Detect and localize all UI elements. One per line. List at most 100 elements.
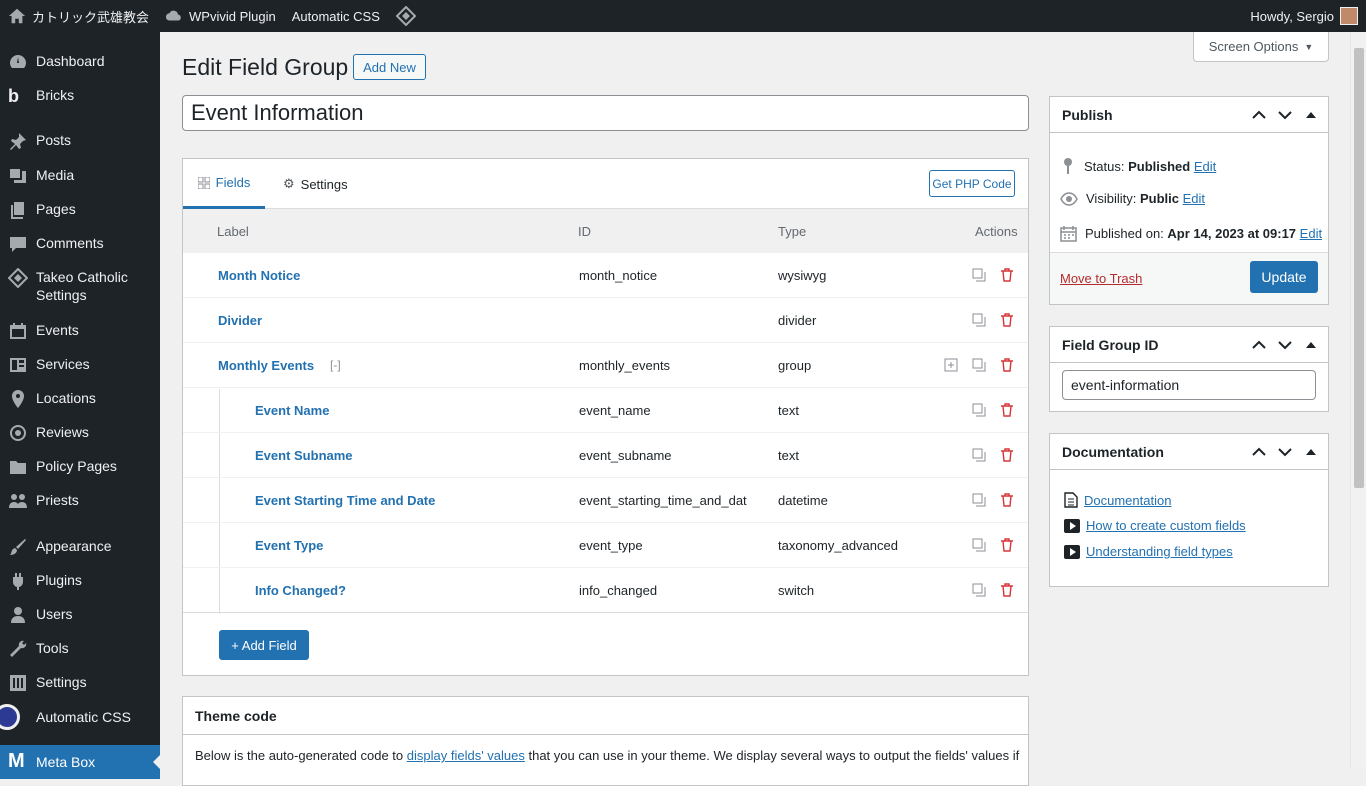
screen-options-button[interactable]: Screen Options ▼ bbox=[1193, 32, 1329, 62]
pin-icon bbox=[10, 133, 26, 150]
trash-icon[interactable] bbox=[1000, 448, 1014, 462]
menu-services[interactable]: Services bbox=[0, 355, 160, 375]
collapse-triangle-icon[interactable] bbox=[1302, 336, 1320, 354]
menu-users[interactable]: Users bbox=[0, 605, 160, 625]
menu-automatic-css[interactable]: Automatic CSS bbox=[0, 704, 160, 730]
menu-reviews[interactable]: Reviews bbox=[0, 423, 160, 443]
services-icon bbox=[10, 358, 26, 372]
menu-appearance[interactable]: Appearance bbox=[0, 537, 160, 557]
site-name-link[interactable]: カトリック武雄教会 bbox=[0, 0, 157, 32]
menu-dashboard[interactable]: Dashboard bbox=[0, 52, 160, 72]
publish-title: Publish bbox=[1062, 106, 1113, 123]
duplicate-icon[interactable] bbox=[972, 403, 986, 417]
field-label[interactable]: Event Name bbox=[255, 403, 329, 418]
menu-posts[interactable]: Posts bbox=[0, 131, 160, 151]
update-button[interactable]: Update bbox=[1250, 261, 1318, 293]
chevron-down-icon[interactable] bbox=[1276, 106, 1294, 124]
field-label[interactable]: Month Notice bbox=[218, 268, 300, 283]
menu-tools[interactable]: Tools bbox=[0, 639, 160, 659]
tab-settings[interactable]: ⚙ Settings bbox=[283, 159, 353, 209]
documentation-link[interactable]: Documentation bbox=[1084, 493, 1171, 508]
edit-date-link[interactable]: Edit bbox=[1300, 226, 1322, 241]
trash-icon[interactable] bbox=[1000, 268, 1014, 282]
menu-bricks[interactable]: b Bricks bbox=[0, 86, 160, 106]
duplicate-icon[interactable] bbox=[972, 448, 986, 462]
scrollbar-thumb[interactable] bbox=[1354, 48, 1364, 488]
chevron-up-icon[interactable] bbox=[1250, 106, 1268, 124]
duplicate-icon[interactable] bbox=[972, 313, 986, 327]
menu-settings[interactable]: Settings bbox=[0, 673, 160, 693]
trash-icon[interactable] bbox=[1000, 403, 1014, 417]
understanding-field-types-link[interactable]: Understanding field types bbox=[1086, 544, 1233, 559]
user-icon bbox=[11, 607, 25, 623]
table-row[interactable]: Divider divider bbox=[183, 298, 1028, 343]
table-row[interactable]: Info Changed? info_changed switch bbox=[183, 568, 1028, 613]
tab-fields[interactable]: Fields bbox=[183, 159, 265, 209]
menu-plugins[interactable]: Plugins bbox=[0, 571, 160, 591]
edit-status-link[interactable]: Edit bbox=[1194, 159, 1216, 174]
trash-icon[interactable] bbox=[1000, 583, 1014, 597]
field-label[interactable]: Event Type bbox=[255, 538, 323, 553]
chevron-down-icon[interactable] bbox=[1276, 443, 1294, 461]
field-label[interactable]: Event Subname bbox=[255, 448, 353, 463]
automatic-css-link[interactable]: Automatic CSS bbox=[284, 0, 388, 32]
chevron-down-icon[interactable] bbox=[1276, 336, 1294, 354]
key-pin-icon bbox=[1064, 158, 1072, 174]
trash-icon[interactable] bbox=[1000, 538, 1014, 552]
doc-link-row: Understanding field types bbox=[1064, 544, 1233, 559]
wpvivid-link[interactable]: WPvivid Plugin bbox=[157, 0, 284, 32]
my-account-link[interactable]: Howdy, Sergio bbox=[1242, 0, 1366, 32]
get-php-code-button[interactable]: Get PHP Code bbox=[929, 170, 1015, 197]
field-group-id-input[interactable] bbox=[1062, 370, 1316, 400]
collapse-triangle-icon[interactable] bbox=[1302, 443, 1320, 461]
duplicate-icon[interactable] bbox=[972, 268, 986, 282]
menu-media[interactable]: Media bbox=[0, 166, 160, 186]
chevron-up-icon[interactable] bbox=[1250, 336, 1268, 354]
table-row[interactable]: Event Starting Time and Date event_start… bbox=[183, 478, 1028, 523]
duplicate-icon[interactable] bbox=[972, 358, 986, 372]
doc-link-row: Documentation bbox=[1064, 492, 1171, 508]
add-field-button[interactable]: + Add Field bbox=[219, 630, 309, 660]
chevron-up-icon[interactable] bbox=[1250, 443, 1268, 461]
collapse-toggle[interactable]: [-] bbox=[330, 358, 341, 372]
folder-icon bbox=[10, 461, 26, 474]
menu-events[interactable]: Events bbox=[0, 321, 160, 341]
table-row[interactable]: Month Notice month_notice wysiwyg bbox=[183, 253, 1028, 298]
move-to-trash-link[interactable]: Move to Trash bbox=[1060, 271, 1142, 286]
document-icon bbox=[1064, 492, 1078, 508]
field-label[interactable]: Event Starting Time and Date bbox=[255, 493, 435, 508]
menu-comments[interactable]: Comments bbox=[0, 234, 160, 254]
table-row[interactable]: Monthly Events [-] monthly_events group bbox=[183, 343, 1028, 388]
publish-box: Publish Status: Published Edit Visibilit… bbox=[1049, 96, 1329, 305]
page-scrollbar[interactable] bbox=[1350, 32, 1366, 768]
trash-icon[interactable] bbox=[1000, 358, 1014, 372]
wrench-icon bbox=[10, 640, 27, 657]
menu-policy-pages[interactable]: Policy Pages bbox=[0, 457, 160, 477]
field-label[interactable]: Info Changed? bbox=[255, 583, 346, 598]
menu-pages[interactable]: Pages bbox=[0, 200, 160, 220]
field-label[interactable]: Divider bbox=[218, 313, 262, 328]
menu-locations[interactable]: Locations bbox=[0, 389, 160, 409]
add-new-button[interactable]: Add New bbox=[353, 54, 426, 80]
publish-actions: Move to Trash Update bbox=[1050, 252, 1328, 304]
display-fields-values-link[interactable]: display fields' values bbox=[407, 748, 525, 763]
add-subfield-icon[interactable] bbox=[944, 358, 958, 372]
field-label[interactable]: Monthly Events bbox=[218, 358, 314, 373]
collapse-triangle-icon[interactable] bbox=[1302, 106, 1320, 124]
duplicate-icon[interactable] bbox=[972, 538, 986, 552]
bricks-diamond-link[interactable] bbox=[388, 0, 424, 32]
table-row[interactable]: Event Name event_name text bbox=[183, 388, 1028, 433]
duplicate-icon[interactable] bbox=[972, 583, 986, 597]
menu-meta-box[interactable]: M Meta Box bbox=[0, 745, 160, 779]
table-row[interactable]: Event Type event_type taxonomy_advanced bbox=[183, 523, 1028, 568]
menu-priests[interactable]: Priests bbox=[0, 491, 160, 511]
edit-visibility-link[interactable]: Edit bbox=[1183, 191, 1205, 206]
menu-takeo-catholic-settings[interactable]: Takeo Catholic Settings bbox=[0, 268, 160, 306]
how-to-create-custom-fields-link[interactable]: How to create custom fields bbox=[1086, 518, 1246, 533]
title-input[interactable] bbox=[182, 95, 1029, 131]
admin-bar: カトリック武雄教会 WPvivid Plugin Automatic CSS H… bbox=[0, 0, 1366, 32]
duplicate-icon[interactable] bbox=[972, 493, 986, 507]
trash-icon[interactable] bbox=[1000, 313, 1014, 327]
trash-icon[interactable] bbox=[1000, 493, 1014, 507]
table-row[interactable]: Event Subname event_subname text bbox=[183, 433, 1028, 478]
